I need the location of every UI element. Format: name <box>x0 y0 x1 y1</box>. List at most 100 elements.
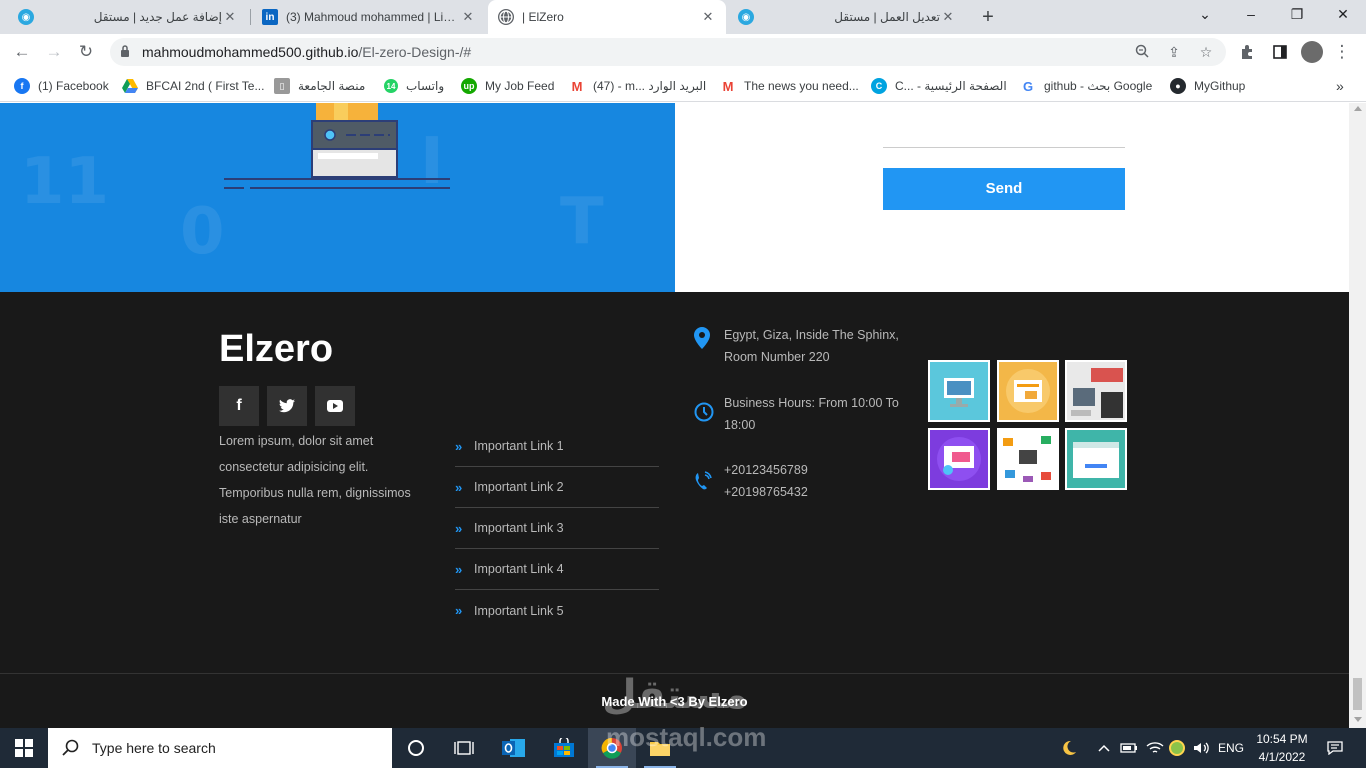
outlook-button[interactable] <box>490 728 538 768</box>
gallery-image[interactable] <box>928 360 990 422</box>
facebook-icon: f <box>14 78 30 94</box>
scrollbar-thumb[interactable] <box>1353 678 1362 710</box>
bookmark-label: My Job Feed <box>485 79 555 93</box>
share-icon[interactable]: ⇪ <box>1166 44 1182 60</box>
scroll-down-arrow-icon[interactable] <box>1354 717 1362 722</box>
footer-link-label: Important Link 1 <box>474 439 564 453</box>
close-window-button[interactable]: ✕ <box>1320 0 1366 30</box>
side-panel-icon[interactable] <box>1266 38 1294 66</box>
windows-logo-icon <box>15 739 33 757</box>
bookmark-whatsapp[interactable]: 14 واتساب <box>384 76 444 96</box>
reload-icon[interactable]: ↻ <box>72 38 100 66</box>
input-language-indicator[interactable]: ENG <box>1214 728 1248 768</box>
cortana-button[interactable] <box>392 728 440 768</box>
lock-icon[interactable] <box>120 44 130 58</box>
bookmark-facebook[interactable]: f (1) Facebook <box>14 76 109 96</box>
start-button[interactable] <box>0 728 48 768</box>
chrome-icon <box>601 737 622 759</box>
hours-line: 18:00 <box>724 418 756 432</box>
microsoft-store-button[interactable] <box>540 728 588 768</box>
profile-avatar[interactable] <box>1298 38 1326 66</box>
whatsapp-icon: 14 <box>384 79 398 93</box>
svg-text:T: T <box>560 185 604 259</box>
gmail-icon: M <box>722 78 734 94</box>
restore-button[interactable]: ❐ <box>1274 0 1320 30</box>
phone-volume-icon <box>694 459 724 503</box>
chrome-taskbar-button[interactable] <box>588 728 636 768</box>
bookmark-star-icon[interactable]: ☆ <box>1198 44 1214 60</box>
bookmark-news[interactable]: M The news you need... <box>720 76 859 96</box>
taskbar-search-input[interactable]: Type here to search <box>48 728 392 768</box>
footer-about-text: Lorem ipsum, dolor sit amet consectetur … <box>219 434 411 526</box>
page-scrollbar[interactable] <box>1349 103 1366 728</box>
bookmark-university[interactable]: ▯ منصة الجامعة <box>274 76 365 96</box>
app-status-icon[interactable] <box>1166 728 1188 768</box>
gallery-image[interactable] <box>997 360 1059 422</box>
extensions-puzzle-icon[interactable] <box>1234 38 1262 66</box>
bookmark-label: (1) Facebook <box>38 79 109 93</box>
tab-mostaql-edit-work[interactable]: ◉ تعديل العمل | مستقل ✕ <box>728 0 966 34</box>
search-icon <box>62 739 79 756</box>
address-bar[interactable]: mahmoudmohammed500.github.io/El-zero-Des… <box>110 38 1226 66</box>
bookmark-bfcai[interactable]: BFCAI 2nd ( First Te... <box>122 76 264 96</box>
url-text[interactable]: mahmoudmohammed500.github.io/El-zero-Des… <box>142 44 471 60</box>
gallery-image[interactable] <box>928 428 990 490</box>
double-chevron-right-icon: » <box>455 479 463 495</box>
night-light-moon-icon[interactable] <box>1056 728 1082 768</box>
system-clock[interactable]: 10:54 PM 4/1/2022 <box>1250 730 1314 766</box>
notifications-icon[interactable] <box>1320 728 1350 768</box>
bookmark-google-github[interactable]: G github - بحث Google <box>1020 76 1152 96</box>
tab-linkedin[interactable]: in (3) Mahmoud mohammed | LinkedIn ✕ <box>252 0 486 34</box>
wifi-icon[interactable] <box>1144 728 1166 768</box>
bookmark-inbox[interactable]: M (47) - m... البريد الوارد <box>569 76 707 96</box>
forward-arrow-icon[interactable]: → <box>40 38 68 66</box>
message-textarea[interactable] <box>883 103 1125 148</box>
twitter-social-button[interactable] <box>267 386 307 426</box>
tab-mostaql-add-work[interactable]: ◉ إضافة عمل جديد | مستقل ✕ <box>8 0 248 34</box>
tab-separator <box>250 9 251 25</box>
facebook-social-button[interactable]: f <box>219 386 259 426</box>
browser-toolbar: ← → ↻ mahmoudmohammed500.github.io/El-ze… <box>0 34 1366 70</box>
tab-title: تعديل العمل | مستقل <box>834 10 940 24</box>
double-chevron-right-icon: » <box>455 438 463 454</box>
new-tab-button[interactable]: + <box>978 5 998 29</box>
close-tab-icon[interactable]: ✕ <box>940 9 956 25</box>
bookmark-my-job-feed[interactable]: up My Job Feed <box>461 76 554 96</box>
gallery-image[interactable] <box>1065 428 1127 490</box>
browser-tab-strip: ◉ إضافة عمل جديد | مستقل ✕ in (3) Mahmou… <box>0 0 1366 34</box>
footer-link-2[interactable]: » Important Link 2 <box>455 467 659 508</box>
gallery-image[interactable] <box>997 428 1059 490</box>
footer-link-3[interactable]: » Important Link 3 <box>455 508 659 549</box>
show-hidden-icons-chevron-icon[interactable] <box>1094 728 1114 768</box>
footer-address: Egypt, Giza, Inside The Sphinx, Room Num… <box>694 324 899 368</box>
tab-elzero[interactable]: | ElZero ✕ <box>488 0 726 34</box>
task-view-button[interactable] <box>440 728 488 768</box>
footer-copyright: Made With <3 By Elzero <box>601 694 748 709</box>
site-footer: Elzero f Lorem ipsum, dolor sit amet con… <box>0 292 1349 728</box>
footer-link-1[interactable]: » Important Link 1 <box>455 426 659 467</box>
footer-link-4[interactable]: » Important Link 4 <box>455 549 659 590</box>
address-line: Egypt, Giza, Inside The Sphinx, <box>724 328 899 342</box>
footer-link-5[interactable]: » Important Link 5 <box>455 590 659 631</box>
scroll-up-arrow-icon[interactable] <box>1354 106 1362 111</box>
tab-search-chevron-icon[interactable]: ⌄ <box>1182 0 1228 30</box>
send-button[interactable]: Send <box>883 168 1125 210</box>
back-arrow-icon[interactable]: ← <box>8 38 36 66</box>
folder-icon <box>650 742 670 756</box>
close-tab-icon[interactable]: ✕ <box>460 9 476 25</box>
volume-icon[interactable] <box>1190 728 1212 768</box>
minimize-button[interactable]: – <box>1228 0 1274 30</box>
battery-icon[interactable] <box>1118 728 1140 768</box>
close-tab-icon[interactable]: ✕ <box>700 9 716 25</box>
footer-business-hours: Business Hours: From 10:00 To 18:00 <box>694 392 899 436</box>
zoom-icon[interactable] <box>1134 44 1150 60</box>
more-bookmarks-chevron-icon[interactable]: » <box>1336 76 1344 96</box>
gallery-image[interactable] <box>1065 360 1127 422</box>
bookmark-mygithup[interactable]: ● MyGithup <box>1170 76 1245 96</box>
close-tab-icon[interactable]: ✕ <box>222 9 238 25</box>
bookmark-canva-home[interactable]: C C... - الصفحة الرئيسية <box>871 76 1007 96</box>
bookmark-label: MyGithup <box>1194 79 1246 93</box>
file-explorer-button[interactable] <box>636 728 684 768</box>
chrome-menu-icon[interactable]: ⋮ <box>1328 38 1356 66</box>
youtube-social-button[interactable] <box>315 386 355 426</box>
